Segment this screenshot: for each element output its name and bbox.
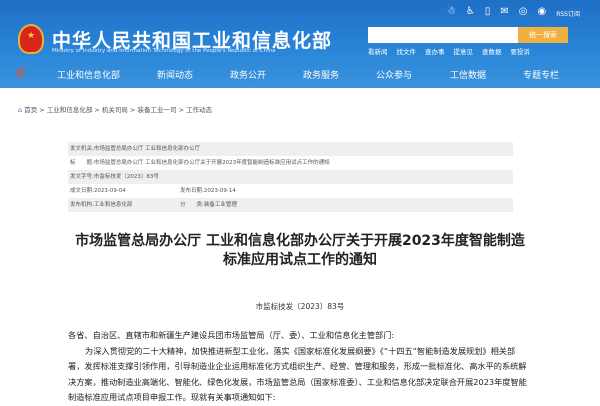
meta-label: 发布机构: xyxy=(70,202,94,208)
document-number: 市监标技发〔2023〕83号 xyxy=(255,302,345,311)
quick-link[interactable]: 看新闻 xyxy=(368,46,388,56)
meta-value: 2023-09-04 xyxy=(93,188,126,194)
nav-item[interactable]: 公众参与 xyxy=(376,68,412,81)
breadcrumb-link[interactable]: 装备工业一司 xyxy=(138,106,177,114)
meta-label: 发文字号: xyxy=(70,174,94,180)
meta-value: 2023-09-14 xyxy=(203,188,236,194)
salutation: 各省、自治区、直辖市和新疆生产建设兵团市场监管局（厅、委）、工业和信息化主管部门… xyxy=(68,330,395,340)
meta-value: 市场监管总局办公厅 工业和信息化部办公厅 xyxy=(93,146,201,152)
meta-label: 成文日期: xyxy=(70,188,94,194)
mobile-icon[interactable]: ▯ xyxy=(485,6,491,18)
document-body: 各省、自治区、直辖市和新疆生产建设兵团市场监管局（厅、委）、工业和信息化主管部门… xyxy=(68,328,528,406)
document-title: 市场监管总局办公厅 工业和信息化部办公厅关于开展2023年度智能制造标准应用试点… xyxy=(75,233,525,268)
meta-row-org: 发布机构:工业和信息化部 分 类: 装备工业管理 xyxy=(68,198,513,212)
breadcrumb-link[interactable]: 工业和信息化部 xyxy=(47,106,93,114)
wechat-icon[interactable]: ◎ xyxy=(519,6,528,18)
site-subtitle: Ministry of Industry and Information Tec… xyxy=(52,48,276,54)
search-button[interactable]: 统一搜索 xyxy=(518,27,568,43)
breadcrumb-link[interactable]: 机关司局 xyxy=(102,106,128,114)
nav-item[interactable]: 工业和信息化部 xyxy=(57,68,120,81)
quick-links: 看新闻 找文件 查办事 提意见 查数据 要投诉 xyxy=(368,46,530,56)
search-input[interactable] xyxy=(368,27,518,43)
meta-value: 市监标技发〔2023〕83号 xyxy=(93,174,159,180)
meta-value: 工业和信息化部 xyxy=(93,202,133,208)
quick-link[interactable]: 查数据 xyxy=(482,46,502,56)
nav-item[interactable]: 政务公开 xyxy=(230,68,266,81)
meta-label: 标 题: xyxy=(70,160,94,166)
document-meta-table: 发文机关: 市场监管总局办公厅 工业和信息化部办公厅 标 题: 市场监管总局办公厅 … xyxy=(68,142,513,212)
toolbar: ☃ ♿ ▯ ✉ ◎ ◉ RSS订阅 xyxy=(447,6,580,18)
national-emblem-icon: ★ xyxy=(18,24,44,54)
nav-item[interactable]: 工信数据 xyxy=(450,68,486,81)
quick-link[interactable]: 提意见 xyxy=(454,46,474,56)
meta-row-issuer: 发文机关: 市场监管总局办公厅 工业和信息化部办公厅 xyxy=(68,142,513,156)
meta-value: 市场监管总局办公厅 工业和信息化部办公厅关于开展2023年度智能制造标准应用试点… xyxy=(93,160,330,166)
meta-label: 分 类: xyxy=(180,202,204,208)
rss-link[interactable]: RSS订阅 xyxy=(556,6,580,18)
ministry-logo-icon: ℭ xyxy=(16,66,27,81)
site-header: ★ 中华人民共和国工业和信息化部 Ministry of Industry an… xyxy=(0,0,600,88)
meta-label: 发布日期: xyxy=(180,188,204,194)
breadcrumb-link[interactable]: 首页 xyxy=(24,106,37,114)
meta-label: 发文机关: xyxy=(70,146,94,152)
meta-row-docno: 发文字号: 市监标技发〔2023〕83号 xyxy=(68,170,513,184)
mail-icon[interactable]: ✉ xyxy=(500,6,508,18)
meta-row-title: 标 题: 市场监管总局办公厅 工业和信息化部办公厅关于开展2023年度智能制造标准… xyxy=(68,156,513,170)
accessibility-icon[interactable]: ♿ xyxy=(466,6,475,18)
breadcrumb-link[interactable]: 工作动态 xyxy=(186,106,212,114)
breadcrumb: ⌂ 首页 > 工业和信息化部 > 机关司局 > 装备工业一司 > 工作动态 xyxy=(18,106,213,114)
quick-link[interactable]: 要投诉 xyxy=(511,46,531,56)
quick-link[interactable]: 找文件 xyxy=(397,46,417,56)
quick-link[interactable]: 查办事 xyxy=(425,46,445,56)
nav-item[interactable]: 专题专栏 xyxy=(523,68,559,81)
weibo-icon[interactable]: ◉ xyxy=(537,6,546,18)
meta-row-dates: 成文日期:2023-09-04 发布日期: 2023-09-14 xyxy=(68,184,513,198)
nav-item[interactable]: 新闻动态 xyxy=(157,68,193,81)
robot-icon[interactable]: ☃ xyxy=(447,6,456,18)
nav-item[interactable]: 政务服务 xyxy=(303,68,339,81)
paragraph: 为深入贯彻党的二十大精神，加快推进新型工业化，落实《国家标准化发展纲要》《“十四… xyxy=(68,345,527,403)
home-icon: ⌂ xyxy=(18,106,23,114)
meta-value: 装备工业管理 xyxy=(203,202,237,208)
